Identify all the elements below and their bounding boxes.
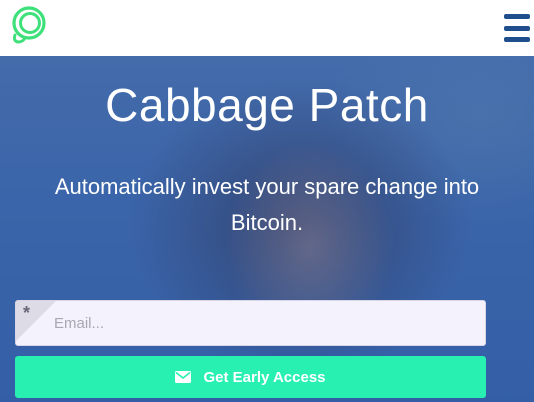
hero-subtitle: Automatically invest your spare change i… (54, 174, 480, 235)
get-early-access-button[interactable]: Get Early Access (15, 356, 486, 398)
menu-bar-line (504, 25, 530, 31)
cabbage-logo-icon[interactable] (9, 5, 49, 45)
hero-content: Cabbage Patch Automatically invest your … (0, 56, 534, 402)
hero-section: Cabbage Patch Automatically invest your … (0, 56, 534, 402)
required-corner-marker (16, 301, 56, 341)
get-early-access-label: Get Early Access (203, 368, 326, 386)
top-navigation-bar (0, 0, 534, 56)
envelope-icon (175, 371, 192, 383)
page-title: Cabbage Patch (105, 79, 429, 131)
menu-bar-line (504, 37, 530, 42)
email-input[interactable] (54, 301, 474, 345)
email-field[interactable]: * (15, 300, 486, 346)
hamburger-menu-icon[interactable] (504, 14, 530, 42)
required-asterisk: * (23, 303, 31, 323)
menu-bar-line (504, 14, 530, 19)
